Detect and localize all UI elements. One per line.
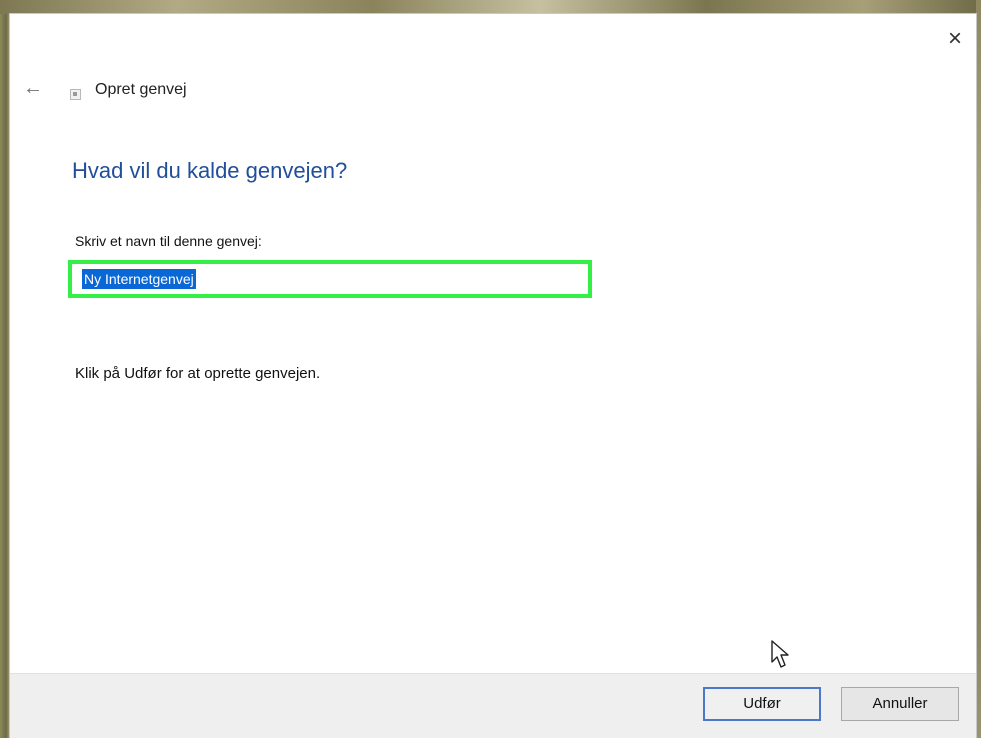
cancel-button[interactable]: Annuller (841, 687, 959, 721)
instruction-text: Klik på Udfør for at oprette genvejen. (75, 365, 321, 382)
dialog-footer: Udfør Annuller (10, 673, 976, 738)
desktop-background-right (976, 0, 981, 738)
mouse-cursor-icon (771, 640, 789, 668)
shortcut-icon (70, 89, 81, 100)
name-field-label: Skriv et navn til denne genvej: (75, 233, 262, 249)
wizard-title: Opret genvej (95, 81, 187, 98)
close-button[interactable]: × (942, 26, 968, 52)
name-input-highlight: Ny Internetgenvej (68, 260, 592, 298)
create-shortcut-dialog: × ← Opret genvej Hvad vil du kalde genve… (10, 14, 976, 738)
finish-button[interactable]: Udfør (703, 687, 821, 721)
name-input-selected-text: Ny Internetgenvej (82, 269, 196, 289)
page-heading: Hvad vil du kalde genvejen? (72, 158, 348, 183)
back-arrow-icon: ← (23, 77, 43, 99)
desktop-background-top (0, 0, 981, 14)
close-icon: × (947, 25, 962, 52)
back-button[interactable]: ← (23, 76, 47, 100)
